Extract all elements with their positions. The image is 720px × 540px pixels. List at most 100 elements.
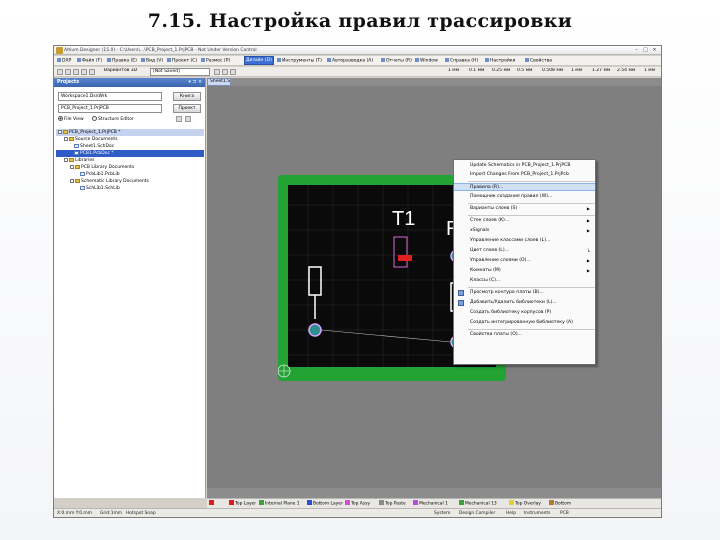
tree-item-pcblib1[interactable]: PcbLib1.PcbLib [56,171,204,178]
layer-top-assy[interactable]: Top Assy [345,500,370,507]
layer-internal-plane-1[interactable]: Internal Plane 1 [259,500,300,507]
pcb-canvas[interactable]: T1 R1 Update Schematics in PCB_Project_1… [207,86,661,488]
minimize-icon[interactable]: – [632,47,641,54]
unit-9[interactable]: 1 мм [642,68,660,76]
doc-tab[interactable]: Sheet1.Sc... [207,78,231,86]
dd-xsignals[interactable]: xSignals ▶ [454,227,595,235]
menu-properties[interactable]: Свойства [524,58,553,64]
print-icon[interactable] [81,69,87,75]
unit-7[interactable]: 1.27 мм [590,68,614,76]
tree-item-sheet1[interactable]: Sheet1.SchDoc [56,143,204,150]
close-icon[interactable]: × [650,47,659,54]
collapse-icon [64,157,68,162]
status-bar: X:0.mm Y:0.mm Grid:1mm Hotspot Snap Syst… [54,508,661,517]
status-panel-system[interactable]: System [434,511,450,516]
menu-autoroute[interactable]: Авторазводка (A) [326,58,374,64]
unit-5[interactable]: 0.508 мм [540,68,568,76]
menu-edit[interactable]: Правка (E) [106,58,138,64]
menu-dxp[interactable]: DXP [56,58,72,64]
dd-rules[interactable]: Правила (R)... [454,183,595,191]
unit-2[interactable]: 0.1 мм [467,68,489,76]
dd-import-changes[interactable]: Import Changes From PCB_Project_1.PrjPcb [454,171,595,179]
maximize-icon[interactable]: □ [641,47,650,54]
menu-help[interactable]: Справка (H) [444,58,479,64]
menu-tools[interactable]: Инструменты (T) [276,58,323,64]
dd-board-outline[interactable]: Просмотр контура платы (B)... [454,289,595,297]
layer-top-paste[interactable]: Top Paste [379,500,406,507]
workspace-button[interactable]: Книга [173,92,201,101]
status-grid: Grid:1mm [100,511,123,516]
layer-top[interactable]: Top Layer [229,500,256,507]
layer-bottom-overlay[interactable]: Bottom [549,500,571,507]
menu-place[interactable]: Размес (P) [200,58,231,64]
dd-layer-stack[interactable]: Стек слоев (K)... ▶ [454,217,595,225]
menu-view[interactable]: Вид (V) [140,58,164,64]
layer-bottom[interactable]: Bottom Layer [307,500,343,507]
layer-mechanical-13[interactable]: Mechanical 13 [459,500,497,507]
tree-item-schlib1[interactable]: SchLib1.SchLib [56,185,204,192]
menu-project[interactable]: Проект (C) [166,58,198,64]
dd-layer-classes[interactable]: Управление классами слоев (L)... [454,237,595,245]
dd-make-integrated-library[interactable]: Создать интегрированную библиотеку (A) [454,319,595,327]
menu-file[interactable]: Файл (F) [76,58,103,64]
workspace-select[interactable]: Workspace1.DsnWrk [58,92,162,101]
status-panel-pcb[interactable]: PCB [560,511,569,516]
dd-board-options[interactable]: Свойства платы (O)... [454,331,595,339]
zoom-icon[interactable] [89,69,95,75]
project-select[interactable]: PCB_Project_1.PrjPCB [58,104,162,113]
unit-8[interactable]: 2.54 мм [615,68,641,76]
via-icon[interactable] [230,69,236,75]
menu-window[interactable]: Window [414,58,439,64]
collapse-icon [70,164,74,169]
new-icon[interactable] [57,69,63,75]
save-icon[interactable] [73,69,79,75]
unit-6[interactable]: 1 мм [569,68,589,76]
dd-layer-variants[interactable]: Варианты слоев (S) ▶ [454,205,595,213]
dd-make-pcb-library[interactable]: Создать библиотеку корпусов (P) [454,309,595,317]
structure-editor-radio[interactable]: Structure Editor [92,116,134,124]
dd-layer-colors[interactable]: Цвет слоев (L)... L [454,247,595,255]
folder-icon [75,164,80,169]
layer-icon[interactable] [214,69,220,75]
route-icon[interactable] [222,69,228,75]
separator [468,287,595,288]
autoroute-icon [327,58,331,62]
slide-title: 7.15. Настройка правил трассировки [147,10,573,32]
panel-menu-icon[interactable] [185,116,191,122]
unit-3[interactable]: 0.25 мм [490,68,514,76]
dd-add-remove-libraries[interactable]: Добавить/Удалить библиотеки (L)... [454,299,595,307]
tree-item-libraries[interactable]: Libraries [56,157,204,164]
layer-color-swatch[interactable] [209,500,215,507]
layer-mechanical-1[interactable]: Mechanical 1 [413,500,448,507]
pcb-lib-icon [80,171,85,176]
dd-update-schematics[interactable]: Update Schematics in PCB_Project_1.PrjPC… [454,162,595,170]
tree-item-pcb1[interactable]: PCB1.PcbDoc * [56,150,204,157]
project-button[interactable]: Проект [173,104,201,113]
tree-item-schematic-library-docs[interactable]: Schematic Library Documents [56,178,204,185]
status-panel-design-compiler[interactable]: Design Compiler [459,511,495,516]
layer-top-overlay[interactable]: Top Overlay [509,500,541,507]
saved-select[interactable]: [Not Saved] [150,68,210,76]
menu-design[interactable]: Дизайн (D) [244,56,274,65]
unit-1[interactable]: 1 мм [446,68,466,76]
tree-item-project[interactable]: PCB_Project_1.PrjPCB * [56,129,204,136]
status-panel-instruments[interactable]: Instruments [524,511,550,516]
file-view-radio[interactable]: File View [58,116,84,124]
tree-item-pcb-library-docs[interactable]: PCB Library Documents [56,164,204,171]
dd-rule-wizard[interactable]: Помощник создания правил (W)... [454,193,595,201]
menu-settings[interactable]: Настройки [484,58,516,64]
unit-4[interactable]: 0.5 мм [515,68,539,76]
settings-icon [485,58,489,62]
design-menu-dropdown: Update Schematics in PCB_Project_1.PrjPC… [453,159,596,365]
menu-reports[interactable]: Отчеты (R) [380,58,413,64]
dd-rooms[interactable]: Комнаты (M) ▶ [454,267,595,275]
tree-item-source-documents[interactable]: Source Documents [56,136,204,143]
folder-icon[interactable] [176,116,182,122]
status-panel-help[interactable]: Help [506,511,516,516]
panel-controls-icon[interactable]: ▾ ⊐ × [189,78,203,87]
dd-classes[interactable]: Классы (C)... [454,277,595,285]
project-tree: PCB_Project_1.PrjPCB * Source Documents … [56,129,204,192]
dd-layer-manage[interactable]: Управление слоями (O)... ▶ [454,257,595,265]
open-icon[interactable] [65,69,71,75]
reports-icon [381,58,385,62]
